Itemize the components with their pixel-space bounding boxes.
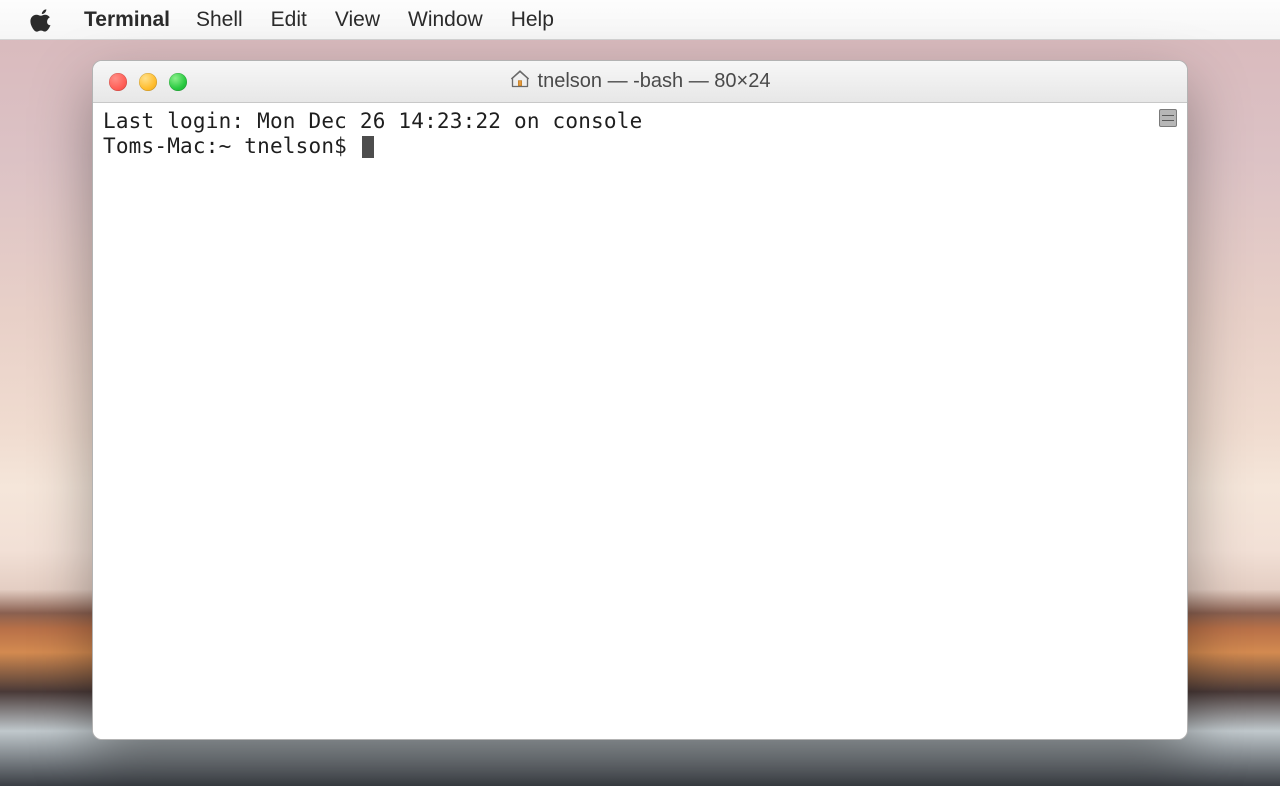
home-folder-icon xyxy=(510,69,530,94)
menubar-item-edit[interactable]: Edit xyxy=(257,8,321,32)
window-title: tnelson — -bash — 80×24 xyxy=(538,70,771,93)
apple-icon[interactable] xyxy=(30,8,54,32)
terminal-window: tnelson — -bash — 80×24 Last login: Mon … xyxy=(92,60,1188,740)
terminal-body[interactable]: Last login: Mon Dec 26 14:23:22 on conso… xyxy=(93,103,1187,739)
menubar-item-shell[interactable]: Shell xyxy=(182,8,257,32)
window-minimize-button[interactable] xyxy=(139,73,157,91)
terminal-cursor xyxy=(362,136,374,158)
menubar-item-help[interactable]: Help xyxy=(497,8,568,32)
scrollbar-thumb[interactable] xyxy=(1159,109,1177,127)
menubar-item-window[interactable]: Window xyxy=(394,8,497,32)
terminal-prompt: Toms-Mac:~ tnelson$ xyxy=(103,134,360,158)
menubar-app-name[interactable]: Terminal xyxy=(72,8,182,32)
terminal-prompt-line: Toms-Mac:~ tnelson$ xyxy=(103,134,1177,159)
window-title-area: tnelson — -bash — 80×24 xyxy=(93,69,1187,94)
menubar-item-view[interactable]: View xyxy=(321,8,394,32)
window-close-button[interactable] xyxy=(109,73,127,91)
terminal-line: Last login: Mon Dec 26 14:23:22 on conso… xyxy=(103,109,1177,134)
window-zoom-button[interactable] xyxy=(169,73,187,91)
menubar: Terminal Shell Edit View Window Help xyxy=(0,0,1280,40)
window-titlebar[interactable]: tnelson — -bash — 80×24 xyxy=(93,61,1187,103)
traffic-lights xyxy=(93,73,187,91)
